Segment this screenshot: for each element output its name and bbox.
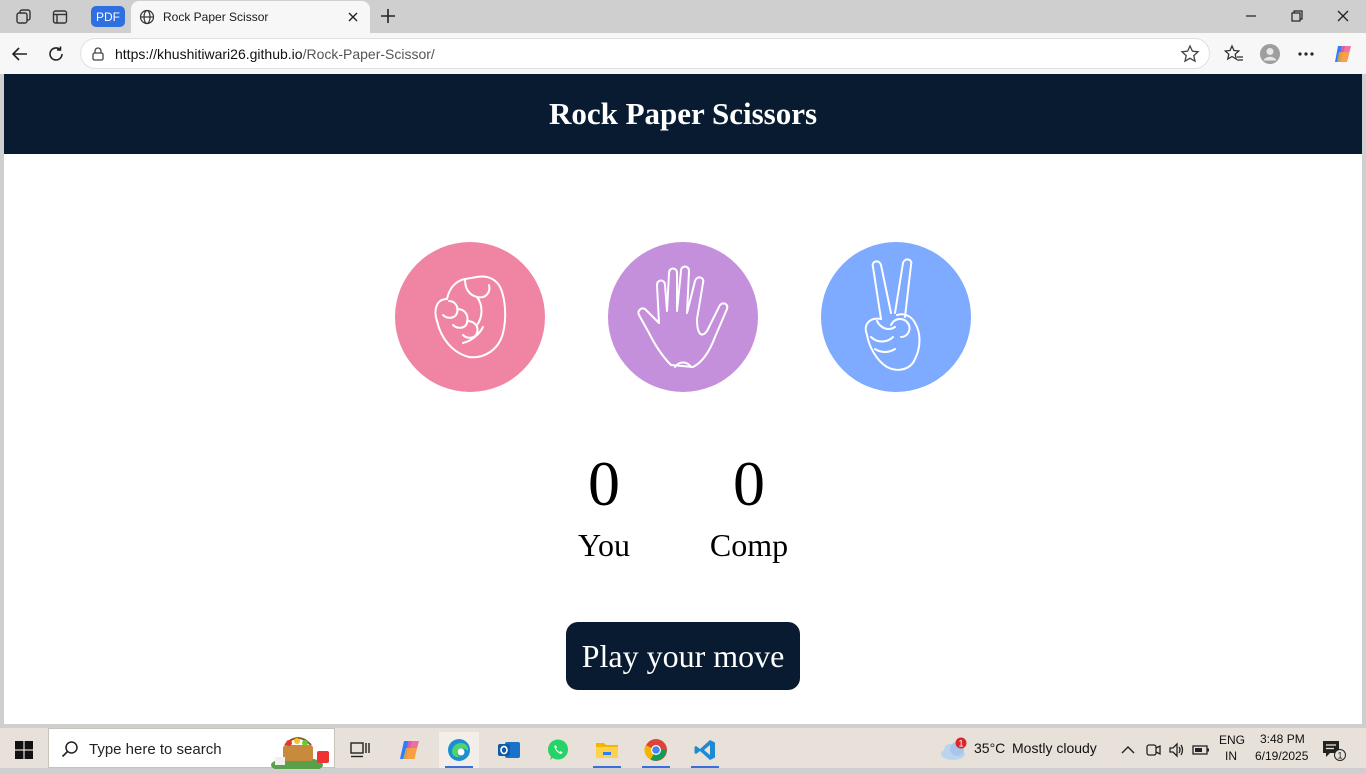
chrome-taskbar-icon[interactable]	[636, 732, 676, 768]
comp-score: 0	[733, 448, 765, 519]
copilot-taskbar-icon[interactable]	[390, 732, 430, 768]
language-bottom[interactable]: IN	[1225, 749, 1237, 763]
message-box: Play your move	[566, 622, 800, 690]
svg-text:1: 1	[958, 739, 963, 749]
windows-taskbar: Type here to search 1 35°C Mostly cloudy	[0, 728, 1366, 773]
new-tab-icon[interactable]	[377, 5, 399, 27]
clock-time[interactable]: 3:48 PM	[1260, 732, 1305, 746]
refresh-icon[interactable]	[43, 41, 69, 67]
vscode-taskbar-icon[interactable]	[685, 732, 725, 768]
browser-toolbar: https://khushitiwari26.github.io/Rock-Pa…	[0, 33, 1366, 74]
show-hidden-icons-chevron-icon[interactable]	[1118, 732, 1138, 768]
back-icon[interactable]	[7, 41, 33, 67]
browser-tab-bar: PDF Rock Paper Scissor	[0, 0, 1366, 33]
weather-temp[interactable]: 35°C	[974, 740, 1005, 756]
svg-text:1: 1	[1337, 751, 1342, 761]
tab-title: Rock Paper Scissor	[163, 10, 269, 24]
language-top[interactable]: ENG	[1219, 733, 1245, 747]
outlook-taskbar-icon[interactable]	[489, 732, 529, 768]
scissors-hand-icon	[864, 258, 921, 371]
workspaces-icon[interactable]	[13, 6, 35, 28]
paper-choice[interactable]	[608, 242, 758, 392]
user-score-block: 0 You	[558, 448, 650, 563]
rock-hand-icon	[434, 275, 507, 359]
user-score-label: You	[578, 527, 630, 563]
pdf-tab-button[interactable]: PDF	[91, 6, 125, 27]
favorite-star-icon[interactable]	[1180, 44, 1200, 64]
profile-avatar-icon[interactable]	[1257, 41, 1283, 67]
volume-icon[interactable]	[1166, 732, 1186, 768]
comp-score-label: Comp	[709, 527, 789, 563]
tab-actions-icon[interactable]	[49, 6, 71, 28]
search-placeholder: Type here to search	[89, 741, 222, 758]
active-tab[interactable]: Rock Paper Scissor	[131, 1, 370, 33]
close-tab-icon[interactable]	[344, 8, 362, 26]
minimize-icon[interactable]	[1239, 4, 1263, 28]
task-view-icon[interactable]	[340, 732, 380, 768]
meet-now-icon[interactable]	[1143, 732, 1163, 768]
more-options-icon[interactable]	[1293, 41, 1319, 67]
page-header: Rock Paper Scissors	[4, 74, 1362, 154]
battery-icon[interactable]	[1190, 732, 1212, 768]
url-text[interactable]: https://khushitiwari26.github.io/Rock-Pa…	[115, 46, 435, 62]
scissors-choice[interactable]	[821, 242, 971, 392]
notifications-icon[interactable]: 1	[1316, 732, 1352, 768]
weather-desc[interactable]: Mostly cloudy	[1012, 740, 1097, 756]
close-window-icon[interactable]	[1331, 4, 1355, 28]
globe-icon	[139, 9, 155, 25]
favorites-icon[interactable]	[1221, 41, 1247, 67]
taskbar-search[interactable]: Type here to search	[48, 728, 335, 773]
rock-choice[interactable]	[395, 242, 545, 392]
weather-cloud-icon[interactable]: 1	[937, 732, 971, 768]
copilot-icon[interactable]	[1330, 41, 1356, 67]
windows-start-icon[interactable]	[4, 732, 44, 768]
lock-icon[interactable]	[90, 46, 106, 62]
web-page: Rock Paper Scissors 0 You 0 Comp Play yo…	[4, 74, 1362, 724]
address-bar[interactable]: https://khushitiwari26.github.io/Rock-Pa…	[80, 38, 1210, 69]
search-highlight-picnic-icon	[267, 731, 335, 773]
file-explorer-taskbar-icon[interactable]	[587, 732, 627, 768]
clock-date[interactable]: 6/19/2025	[1255, 749, 1308, 763]
paper-hand-icon	[637, 265, 729, 368]
search-icon	[61, 740, 79, 758]
comp-score-block: 0 Comp	[698, 448, 800, 563]
whatsapp-taskbar-icon[interactable]	[538, 732, 578, 768]
restore-icon[interactable]	[1285, 4, 1309, 28]
page-title: Rock Paper Scissors	[548, 96, 818, 131]
edge-taskbar-icon[interactable]	[439, 732, 479, 768]
user-score: 0	[588, 448, 620, 519]
